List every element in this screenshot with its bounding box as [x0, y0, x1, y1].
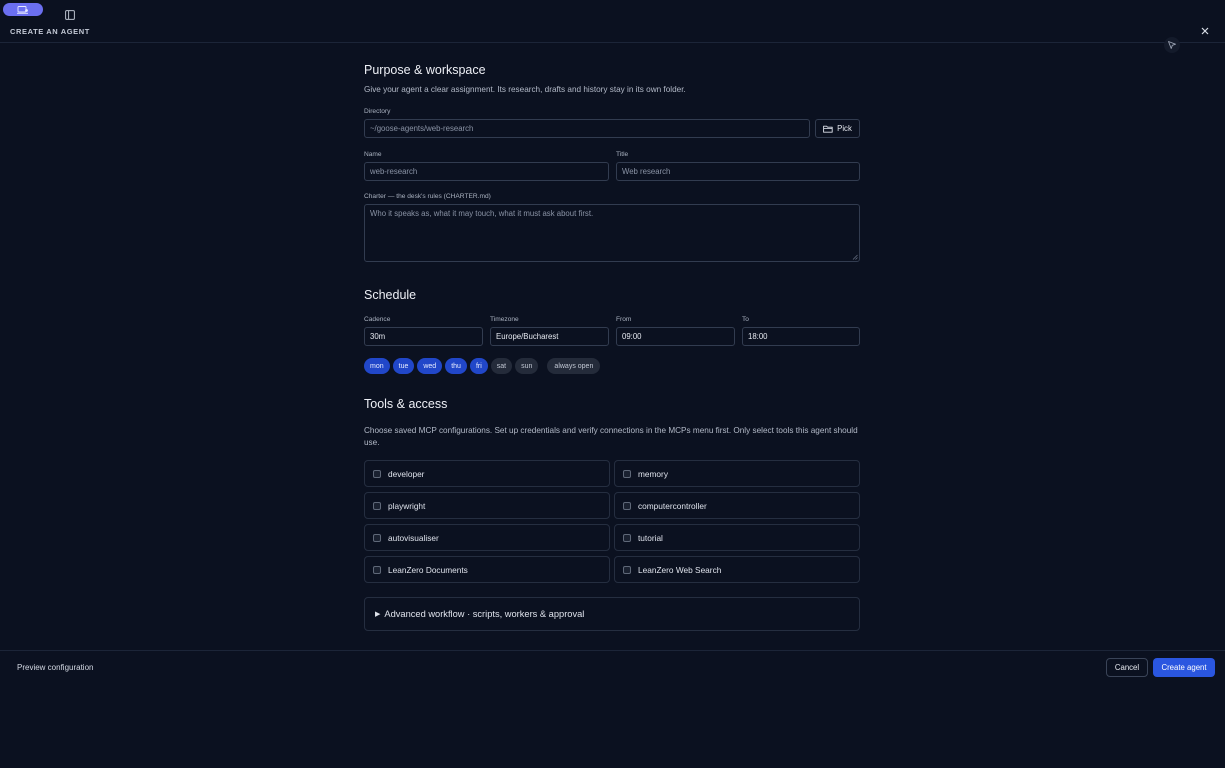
timezone-input[interactable]: Europe/Bucharest: [490, 327, 609, 346]
to-value: 18:00: [748, 332, 768, 341]
sidebar-toggle-button[interactable]: [64, 9, 76, 21]
day-chip-thu[interactable]: thu: [445, 358, 467, 374]
tool-label: autovisualiser: [388, 532, 439, 543]
cursor-icon: [1164, 37, 1180, 53]
tools-description: Choose saved MCP configurations. Set up …: [364, 426, 858, 447]
disclosure-triangle-icon: ▶: [375, 611, 381, 618]
directory-input[interactable]: ~/goose-agents/web-research: [364, 119, 810, 138]
cadence-input[interactable]: 30m: [364, 327, 483, 346]
tool-option-computercontroller[interactable]: computercontroller: [614, 492, 860, 519]
tool-option-playwright[interactable]: playwright: [364, 492, 610, 519]
tool-label: developer: [388, 468, 425, 479]
to-time-input[interactable]: 18:00: [742, 327, 860, 346]
agent-pill-button[interactable]: [3, 3, 43, 16]
advanced-workflow-label: Advanced workflow · scripts, workers & a…: [384, 609, 585, 619]
tool-label: playwright: [388, 500, 426, 511]
tool-checkbox[interactable]: [373, 533, 381, 542]
directory-value: ~/goose-agents/web-research: [370, 124, 474, 133]
tools-section-title: Tools & access: [364, 397, 448, 411]
name-input[interactable]: web-research: [364, 162, 609, 181]
create-agent-button[interactable]: Create agent: [1153, 658, 1215, 677]
tool-option-memory[interactable]: memory: [614, 460, 860, 487]
footer-divider: [0, 650, 1225, 651]
cadence-value: 30m: [370, 332, 386, 341]
tool-label: LeanZero Documents: [388, 564, 468, 575]
page-title: CREATE AN AGENT: [10, 27, 90, 36]
pick-directory-button[interactable]: Pick: [815, 119, 860, 138]
tool-checkbox[interactable]: [623, 469, 631, 478]
timezone-label: Timezone: [490, 316, 519, 323]
title-input[interactable]: Web research: [616, 162, 860, 181]
day-chip-sun[interactable]: sun: [515, 358, 539, 374]
charter-placeholder: Who it speaks as, what it may touch, wha…: [370, 209, 594, 218]
tool-option-leanzero-documents[interactable]: LeanZero Documents: [364, 556, 610, 583]
tool-checkbox[interactable]: [623, 565, 631, 574]
always-open-chip[interactable]: always open: [547, 358, 601, 374]
cancel-button[interactable]: Cancel: [1106, 658, 1148, 677]
tool-checkbox[interactable]: [373, 501, 381, 510]
tool-checkbox[interactable]: [373, 565, 381, 574]
tool-option-autovisualiser[interactable]: autovisualiser: [364, 524, 610, 551]
day-selector: mon tue wed thu fri sat sun always open: [364, 358, 601, 374]
top-bar: CREATE AN AGENT: [0, 0, 1225, 53]
title-label: Title: [616, 151, 629, 158]
charter-textarea[interactable]: Who it speaks as, what it may touch, wha…: [364, 204, 860, 262]
title-placeholder: Web research: [622, 167, 671, 176]
cadence-label: Cadence: [364, 316, 391, 323]
tool-option-developer[interactable]: developer: [364, 460, 610, 487]
day-chip-fri[interactable]: fri: [469, 358, 488, 374]
advanced-workflow-toggle[interactable]: ▶ Advanced workflow · scripts, workers &…: [364, 597, 860, 631]
close-button[interactable]: [1198, 24, 1212, 38]
resize-grip-icon[interactable]: [852, 254, 858, 260]
tool-label: tutorial: [638, 532, 663, 543]
agent-pill-icon: [17, 5, 28, 14]
tool-checkbox[interactable]: [623, 501, 631, 510]
tool-checkbox[interactable]: [623, 533, 631, 542]
name-placeholder: web-research: [370, 167, 418, 176]
close-icon: [1201, 27, 1209, 35]
pick-button-label: Pick: [837, 124, 852, 133]
day-chip-mon[interactable]: mon: [364, 358, 390, 374]
from-label: From: [616, 316, 632, 323]
tool-label: LeanZero Web Search: [638, 564, 722, 575]
tool-label: memory: [638, 468, 668, 479]
preview-configuration-button[interactable]: Preview configuration: [17, 663, 93, 672]
name-label: Name: [364, 151, 382, 158]
tool-label: computercontroller: [638, 500, 707, 511]
tool-checkbox[interactable]: [373, 469, 381, 478]
day-chip-tue[interactable]: tue: [392, 358, 415, 374]
to-label: To: [742, 316, 749, 323]
from-time-input[interactable]: 09:00: [616, 327, 735, 346]
day-chip-sat[interactable]: sat: [490, 358, 513, 374]
sidebar-toggle-icon: [65, 10, 75, 20]
charter-label: Charter — the desk's rules (CHARTER.md): [364, 193, 491, 200]
tool-option-tutorial[interactable]: tutorial: [614, 524, 860, 551]
directory-label: Directory: [364, 108, 391, 115]
schedule-section-title: Schedule: [364, 288, 417, 302]
from-value: 09:00: [622, 332, 642, 341]
timezone-value: Europe/Bucharest: [496, 332, 559, 341]
day-chip-wed[interactable]: wed: [417, 358, 443, 374]
folder-icon: [823, 125, 833, 133]
purpose-description: Give your agent a clear assignment. Its …: [364, 85, 686, 94]
purpose-section-title: Purpose & workspace: [364, 63, 486, 77]
tool-option-leanzero-web-search[interactable]: LeanZero Web Search: [614, 556, 860, 583]
